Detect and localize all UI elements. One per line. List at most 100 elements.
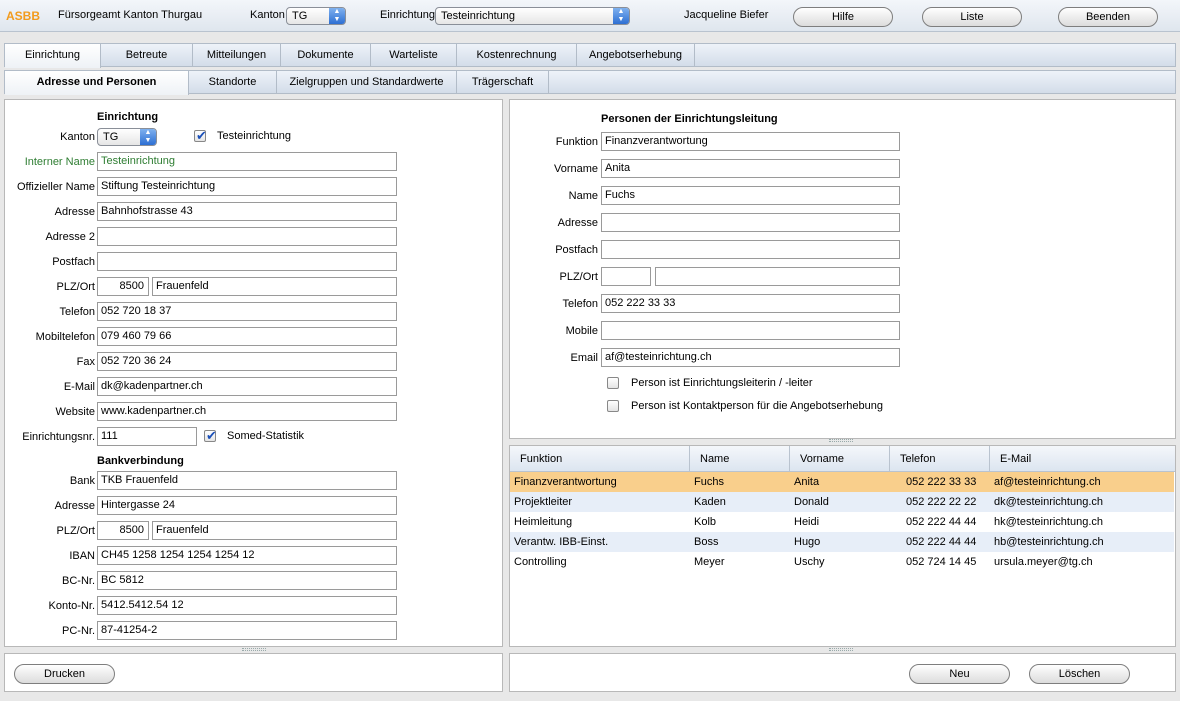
testeinrichtung-label: Testeinrichtung bbox=[217, 130, 291, 142]
table-header: Funktion Name Vorname Telefon E-Mail bbox=[510, 446, 1175, 472]
mobil-label: Mobiltelefon bbox=[35, 331, 95, 343]
tab-traegerschaft[interactable]: Trägerschaft bbox=[457, 71, 549, 93]
leiter-label: Person ist Einrichtungsleiterin / -leite… bbox=[631, 377, 813, 389]
person-ort-field[interactable] bbox=[655, 267, 900, 286]
new-button[interactable]: Neu bbox=[909, 664, 1010, 684]
bank-adresse-label: Adresse bbox=[54, 500, 95, 512]
website-field[interactable]: www.kadenpartner.ch bbox=[97, 402, 397, 421]
telefon-label: Telefon bbox=[59, 306, 95, 318]
leiter-checkbox[interactable] bbox=[607, 377, 619, 389]
tab-einrichtung[interactable]: Einrichtung bbox=[5, 44, 101, 68]
personen-panel: Personen der Einrichtungsleitung Funktio… bbox=[509, 99, 1176, 439]
einrichtung-select-value: Testeinrichtung bbox=[441, 10, 515, 22]
table-row[interactable]: Heimleitung Kolb Heidi 052 222 44 44 hk@… bbox=[510, 512, 1174, 532]
pc-field[interactable]: 87-41254-2 bbox=[97, 621, 397, 640]
kanton-select[interactable]: TG ▲ ▼ bbox=[286, 7, 346, 25]
left-kanton-value: TG bbox=[103, 131, 119, 143]
pc-label: PC-Nr. bbox=[62, 625, 95, 637]
adresse-field[interactable]: Bahnhofstrasse 43 bbox=[97, 202, 397, 221]
bc-label: BC-Nr. bbox=[62, 575, 95, 587]
fax-field[interactable]: 052 720 36 24 bbox=[97, 352, 397, 371]
tab-mitteilungen[interactable]: Mitteilungen bbox=[193, 44, 281, 66]
kanton-label: Kanton bbox=[60, 131, 95, 143]
person-mobile-field[interactable] bbox=[601, 321, 900, 340]
person-postfach-field[interactable] bbox=[601, 240, 900, 259]
person-plz-field[interactable] bbox=[601, 267, 651, 286]
col-funktion[interactable]: Funktion bbox=[510, 446, 690, 472]
vorname-field[interactable]: Anita bbox=[601, 159, 900, 178]
offizieller-name-field[interactable]: Stiftung Testeinrichtung bbox=[97, 177, 397, 196]
bank-plz-field[interactable]: 8500 bbox=[97, 521, 149, 540]
cell-name: Kaden bbox=[694, 496, 726, 508]
delete-button[interactable]: Löschen bbox=[1029, 664, 1130, 684]
col-telefon[interactable]: Telefon bbox=[890, 446, 990, 472]
adresse-label: Adresse bbox=[54, 206, 95, 218]
table-row[interactable]: Verantw. IBB-Einst. Boss Hugo 052 222 44… bbox=[510, 532, 1174, 552]
resize-grip-icon[interactable] bbox=[829, 439, 853, 442]
cell-funktion: Finanzverantwortung bbox=[514, 476, 617, 488]
bank-field[interactable]: TKB Frauenfeld bbox=[97, 471, 397, 490]
einrichtung-title: Einrichtung bbox=[97, 111, 159, 123]
einrichtungsnr-field[interactable]: 111 bbox=[97, 427, 197, 446]
resize-grip-icon[interactable] bbox=[242, 648, 266, 651]
person-email-field[interactable]: af@testeinrichtung.ch bbox=[601, 348, 900, 367]
einrichtung-select[interactable]: Testeinrichtung ▲ ▼ bbox=[435, 7, 630, 25]
personen-table: Funktion Name Vorname Telefon E-Mail Fin… bbox=[509, 445, 1176, 647]
person-telefon-label: Telefon bbox=[562, 298, 598, 310]
tab-warteliste[interactable]: Warteliste bbox=[371, 44, 457, 66]
tab-zielgruppen[interactable]: Zielgruppen und Standardwerte bbox=[277, 71, 457, 93]
offizieller-name-label: Offizieller Name bbox=[16, 181, 95, 193]
funktion-field[interactable]: Finanzverantwortung bbox=[601, 132, 900, 151]
adresse2-field[interactable] bbox=[97, 227, 397, 246]
list-button[interactable]: Liste bbox=[922, 7, 1022, 27]
tab-angebotserhebung[interactable]: Angebotserhebung bbox=[577, 44, 695, 66]
interner-name-label: Interner Name bbox=[24, 156, 95, 168]
mobil-field[interactable]: 079 460 79 66 bbox=[97, 327, 397, 346]
tab-standorte[interactable]: Standorte bbox=[189, 71, 277, 93]
quit-button[interactable]: Beenden bbox=[1058, 7, 1158, 27]
tab-betreute[interactable]: Betreute bbox=[101, 44, 193, 66]
print-button[interactable]: Drucken bbox=[14, 664, 115, 684]
resize-grip-icon[interactable] bbox=[829, 648, 853, 651]
person-telefon-field[interactable]: 052 222 33 33 bbox=[601, 294, 900, 313]
bank-ort-field[interactable]: Frauenfeld bbox=[152, 521, 397, 540]
cell-email: af@testeinrichtung.ch bbox=[994, 476, 1101, 488]
iban-field[interactable]: CH45 1258 1254 1254 1254 12 bbox=[97, 546, 397, 565]
help-button[interactable]: Hilfe bbox=[793, 7, 893, 27]
tab-dokumente[interactable]: Dokumente bbox=[281, 44, 371, 66]
telefon-field[interactable]: 052 720 18 37 bbox=[97, 302, 397, 321]
table-row[interactable]: Finanzverantwortung Fuchs Anita 052 222 … bbox=[510, 472, 1174, 492]
email-field[interactable]: dk@kadenpartner.ch bbox=[97, 377, 397, 396]
testeinrichtung-checkbox[interactable] bbox=[194, 128, 207, 144]
name-field[interactable]: Fuchs bbox=[601, 186, 900, 205]
cell-email: hk@testeinrichtung.ch bbox=[994, 516, 1104, 528]
cell-vorname: Heidi bbox=[794, 516, 820, 528]
col-vorname[interactable]: Vorname bbox=[790, 446, 890, 472]
left-kanton-select[interactable]: TG ▲ ▼ bbox=[97, 128, 157, 146]
table-row[interactable]: Controlling Meyer Uschy 052 724 14 45 ur… bbox=[510, 552, 1174, 572]
konto-label: Konto-Nr. bbox=[48, 600, 95, 612]
bank-adresse-field[interactable]: Hintergasse 24 bbox=[97, 496, 397, 515]
somed-checkbox[interactable] bbox=[204, 428, 217, 444]
ort-field[interactable]: Frauenfeld bbox=[152, 277, 397, 296]
website-label: Website bbox=[55, 406, 95, 418]
email-label: E-Mail bbox=[63, 381, 95, 393]
cell-telefon: 052 222 44 44 bbox=[906, 516, 977, 528]
kontakt-checkbox[interactable] bbox=[607, 400, 619, 412]
select-arrows-icon: ▲ ▼ bbox=[613, 8, 629, 24]
bc-field[interactable]: BC 5812 bbox=[97, 571, 397, 590]
col-email[interactable]: E-Mail bbox=[990, 446, 1175, 472]
interner-name-field[interactable]: Testeinrichtung bbox=[97, 152, 397, 171]
iban-label: IBAN bbox=[69, 550, 95, 562]
cell-vorname: Hugo bbox=[794, 536, 821, 548]
postfach-field[interactable] bbox=[97, 252, 397, 271]
person-mobile-label: Mobile bbox=[565, 325, 598, 337]
tab-adresse-personen[interactable]: Adresse und Personen bbox=[5, 71, 189, 95]
table-row[interactable]: Projektleiter Kaden Donald 052 222 22 22… bbox=[510, 492, 1174, 512]
person-adresse-field[interactable] bbox=[601, 213, 900, 232]
left-footer: Drucken bbox=[4, 653, 503, 692]
col-name[interactable]: Name bbox=[690, 446, 790, 472]
tab-kostenrechnung[interactable]: Kostenrechnung bbox=[457, 44, 577, 66]
plz-field[interactable]: 8500 bbox=[97, 277, 149, 296]
konto-field[interactable]: 5412.5412.54 12 bbox=[97, 596, 397, 615]
